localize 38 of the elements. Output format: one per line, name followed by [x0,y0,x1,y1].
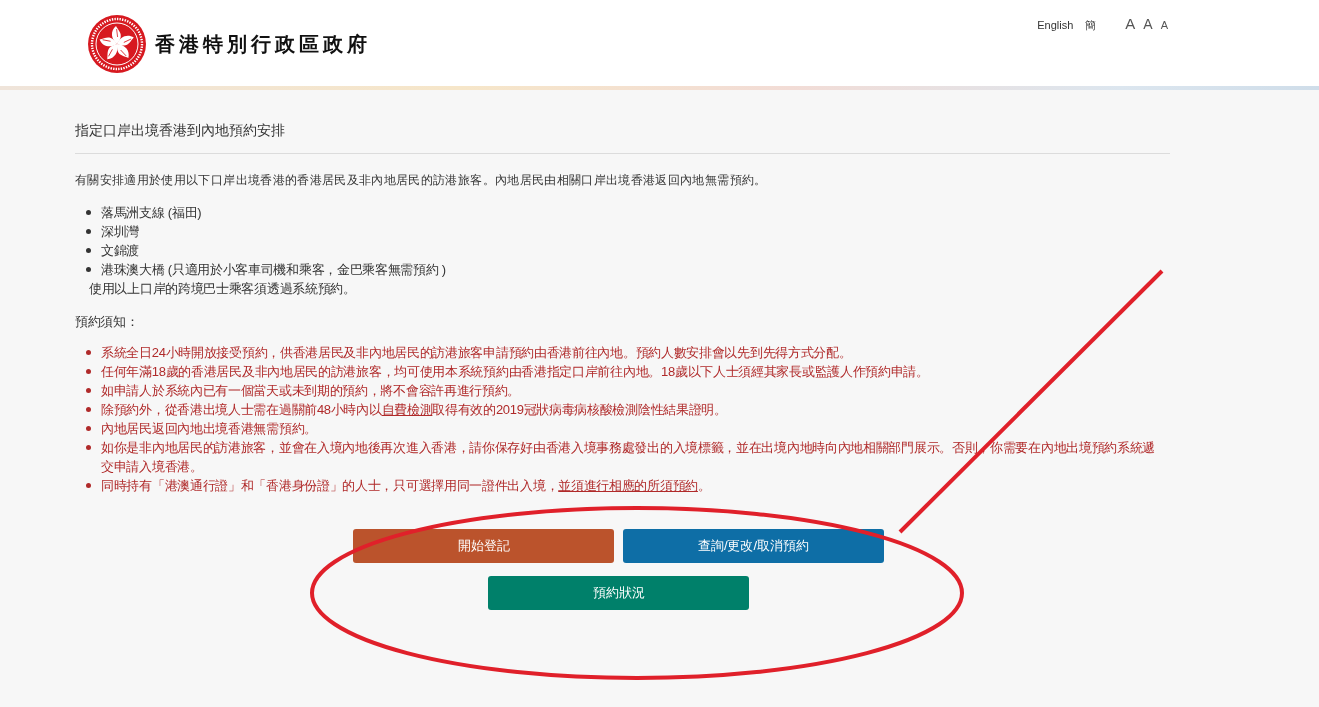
language-link[interactable]: 簡 [1085,18,1097,33]
text-link[interactable]: 自費檢測 [381,402,433,417]
bullet-icon [86,369,91,374]
text-link[interactable]: 並須進行相應的所須預約 [558,478,698,493]
bullet-icon [86,426,91,431]
checkpoint-item: 港珠澳大橋 (只適用於小客車司機和乘客，金巴乘客無需預約 ) [101,261,446,279]
bullet-icon [86,210,91,215]
notice-item: 除預約外，從香港出境人士需在過關前48小時內以自費檢測取得有效的2019冠狀病毒病核酸檢測陰性結果證明。 [101,401,727,419]
language-link[interactable]: English [1037,19,1074,31]
notice-item: 內地居民返回內地出境香港無需預約。 [101,420,317,438]
bullet-icon [86,407,91,412]
checkpoint-item: 深圳灣 [101,223,140,241]
bullet-icon [86,388,91,393]
bullet-icon [86,267,91,272]
action-button[interactable]: 預約狀況 [488,576,749,610]
bullet-icon [86,350,91,355]
emblem-logo [88,15,146,73]
brand-title: 香港特別行政區政府 [155,31,371,57]
checkpoint-note: 使用以上口岸的跨境巴士乘客須透過系統預約。 [88,280,357,298]
font-size-button[interactable]: A [1160,20,1168,31]
action-button[interactable]: 查詢/更改/取消預約 [623,529,884,563]
intro-text: 有關安排適用於使用以下口岸出境香港的香港居民及非內地居民的訪港旅客。內地居民由相關口岸出境香港返回內地無需預約。 [75,172,768,189]
bullet-icon [86,445,91,450]
notice-item: 如你是非內地居民的訪港旅客，並會在入境內地後再次進入香港，請你保存好由香港入境事務處發出的入境標籤，並在出境內地時向內地相關部門展示。否則，你需要在內地出境預約系統遞交申請入境香港。 [101,439,1157,476]
bullet-icon [86,483,91,488]
notice-heading: 預約須知： [75,313,140,331]
font-size-button[interactable]: A [1143,17,1153,31]
bullet-icon [86,248,91,253]
font-size-button[interactable]: A [1125,16,1136,31]
page-title: 指定口岸出境香港到內地預約安排 [75,120,1170,154]
action-button[interactable]: 開始登記 [353,529,614,563]
bullet-icon [86,229,91,234]
checkpoint-item: 文錦渡 [101,242,140,260]
notice-item: 如申請人於系統內已有一個當天或未到期的預約，將不會容許再進行預約。 [101,382,521,400]
notice-item: 系統全日24小時開放接受預約，供香港居民及非內地居民的訪港旅客申請預約由香港前往內地。預約人數安排會以先到先得方式分配。 [101,344,852,362]
notice-item: 同時持有「港澳通行證」和「香港身份證」的人士，只可選擇用同一證件出入境，並須進行相應的所須預約。 [101,477,711,495]
notice-item: 任何年滿18歲的香港居民及非內地居民的訪港旅客，均可使用本系統預約由香港指定口岸前往內地。18歲以下人士須經其家長或監護人作預約申請。 [101,363,929,381]
checkpoint-item: 落馬洲支線 (福田) [101,204,202,222]
